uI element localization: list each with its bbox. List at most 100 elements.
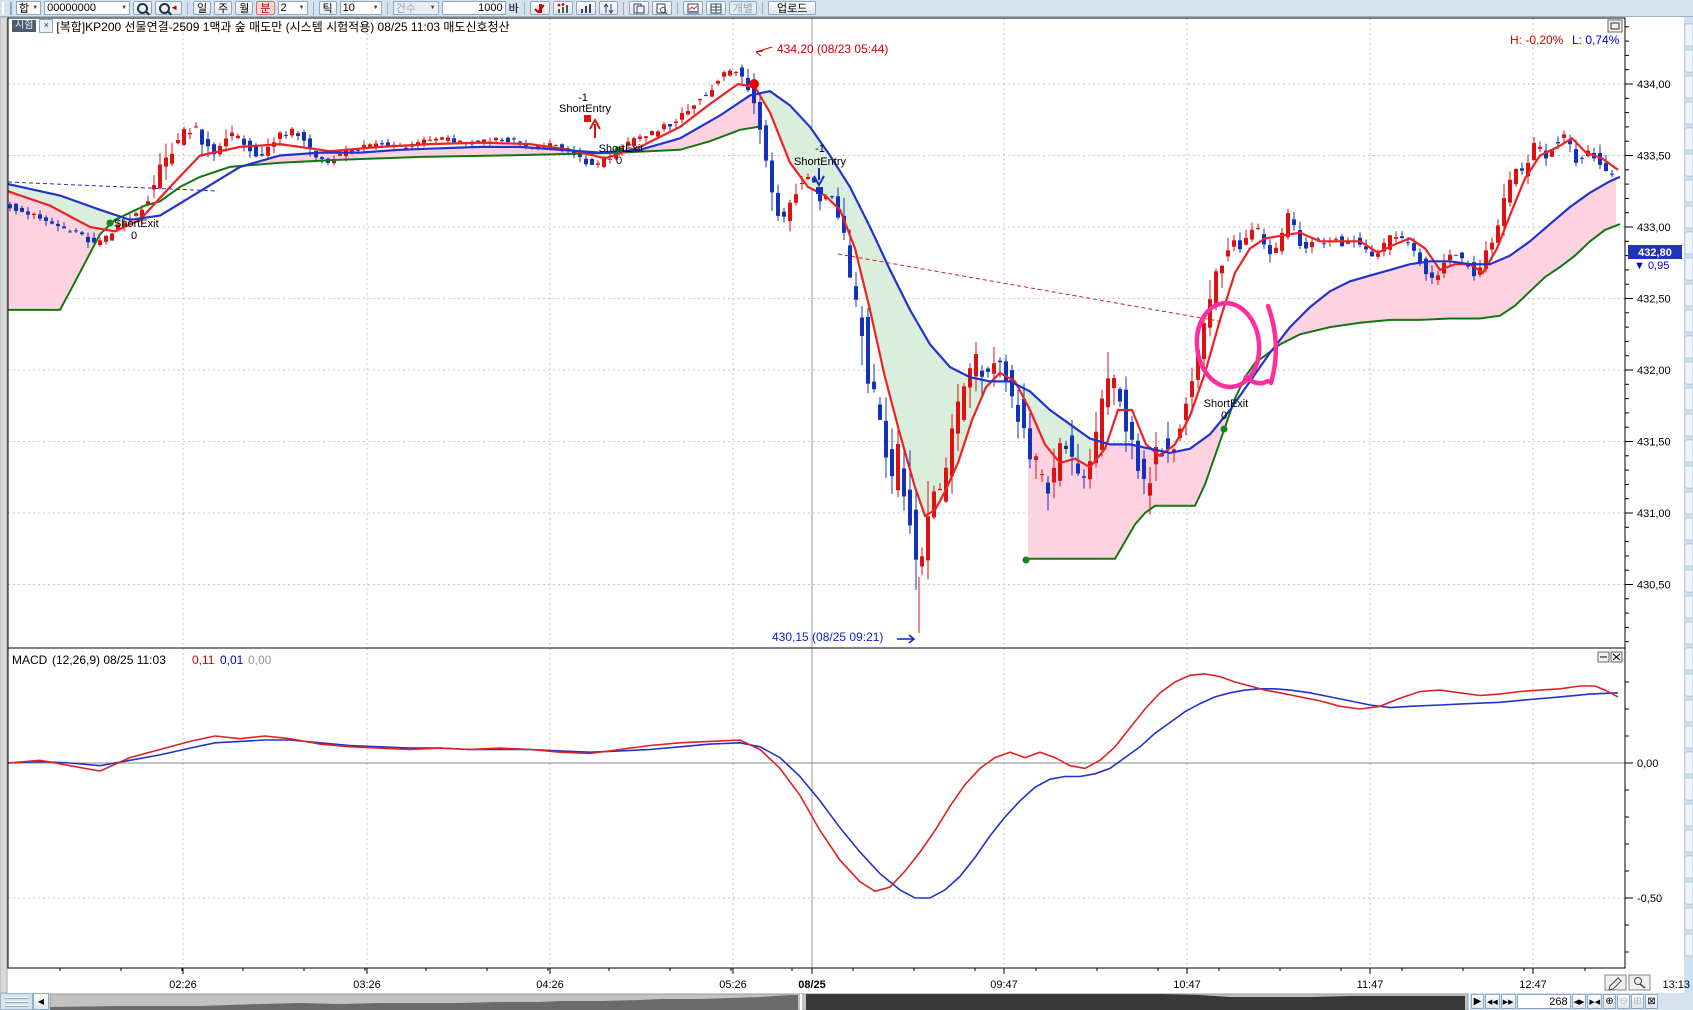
bar-count-input[interactable]: 1000 xyxy=(442,1,506,15)
chevron-down-icon: ▼ xyxy=(32,5,38,11)
macd-value-1: 0,11 xyxy=(192,653,215,667)
high-percent-label: H: -0,20% xyxy=(1510,33,1564,47)
right-toolbar-button[interactable] xyxy=(1685,934,1693,956)
right-toolbar-button[interactable] xyxy=(1685,622,1693,644)
price-tick-label: 433,00 xyxy=(1637,222,1671,234)
right-toolbar-button[interactable] xyxy=(1685,232,1693,254)
fast-backward-button[interactable]: ◀◀ xyxy=(1485,994,1500,1009)
right-toolbar-button[interactable] xyxy=(1685,648,1693,670)
exit-dot-left xyxy=(107,220,114,227)
separator xyxy=(623,2,624,15)
grid-view-button[interactable] xyxy=(706,1,726,15)
right-toolbar-button[interactable] xyxy=(1685,206,1693,228)
signal-shortexit-2-qty: 0 xyxy=(1221,410,1227,422)
up-down-arrows-icon xyxy=(603,3,614,14)
zoom-tool-button[interactable] xyxy=(1629,975,1650,990)
right-toolbar-button[interactable] xyxy=(1685,76,1693,98)
symbol-code-combo[interactable]: 00000000 ▼ xyxy=(44,1,130,15)
right-toolbar-button[interactable] xyxy=(1685,544,1693,566)
restore-window-icon[interactable] xyxy=(1608,20,1622,32)
right-toolbar-button[interactable] xyxy=(1685,700,1693,722)
step-forward-button[interactable]: ▶ xyxy=(1471,994,1484,1009)
right-toolbar-button[interactable] xyxy=(1685,180,1693,202)
separator xyxy=(677,2,678,15)
market-type-select[interactable]: 합 ▼ xyxy=(16,1,41,15)
symbol-code-value: 00000000 xyxy=(47,2,96,14)
right-toolbar-button[interactable] xyxy=(1685,674,1693,696)
time-tick-label: 10:47 xyxy=(1173,979,1201,991)
volume-chart-button[interactable] xyxy=(576,1,596,15)
right-toolbar-button[interactable] xyxy=(1685,50,1693,72)
individual-button: 개별 xyxy=(729,1,757,15)
right-toolbar-button[interactable] xyxy=(1685,102,1693,124)
signal-shortentry-1: ShortEntry xyxy=(559,103,611,115)
bar-width-increase-button[interactable]: ▶◀ xyxy=(1587,994,1602,1009)
chart-report-icon xyxy=(687,3,699,14)
right-toolbar-button[interactable] xyxy=(1685,414,1693,436)
price-tick-label: 432,00 xyxy=(1637,365,1671,377)
right-toolbar-button[interactable] xyxy=(1685,570,1693,592)
period-day-button[interactable]: 일 xyxy=(193,1,211,15)
right-toolbar-button[interactable] xyxy=(1685,440,1693,462)
sort-updown-button[interactable] xyxy=(599,1,618,15)
right-toolbar-button[interactable] xyxy=(1685,258,1693,280)
right-toolbar-button[interactable] xyxy=(1685,596,1693,618)
right-toolbar-button[interactable] xyxy=(1685,154,1693,176)
minute-value-select[interactable]: 2 ▼ xyxy=(278,1,308,15)
splitter-handle[interactable] xyxy=(0,993,33,1010)
tick-value-select[interactable]: 10 ▼ xyxy=(340,1,382,15)
period-week-button[interactable]: 주 xyxy=(214,1,232,15)
market-type-value: 합 xyxy=(19,0,29,16)
copy-chart-button[interactable] xyxy=(629,1,649,15)
right-toolbar-button[interactable] xyxy=(1685,830,1693,852)
right-toolbar-button[interactable] xyxy=(1685,336,1693,358)
period-month-button[interactable]: 월 xyxy=(235,1,253,15)
last-price-value: 432,80 xyxy=(1638,247,1672,259)
signal-shortexit-1-qty: 0 xyxy=(616,155,622,167)
right-toolbar-button[interactable] xyxy=(1685,518,1693,540)
right-toolbar-button[interactable] xyxy=(1685,128,1693,150)
right-toolbar-button[interactable] xyxy=(1685,778,1693,800)
signal-chart-button[interactable] xyxy=(530,1,550,15)
right-toolbar-button[interactable] xyxy=(1685,362,1693,384)
right-toolbar-button[interactable] xyxy=(1685,882,1693,904)
close-chart-button[interactable]: ⊠ xyxy=(1645,994,1658,1009)
upload-button[interactable]: 업로드 xyxy=(768,1,816,15)
signal-shortexit-2: ShortExit xyxy=(1204,398,1249,410)
report-chart-button[interactable] xyxy=(683,1,703,15)
time-tick-label: 12:47 xyxy=(1519,979,1547,991)
collapsed-left-pane[interactable] xyxy=(0,17,7,993)
right-toolbar-button[interactable] xyxy=(1685,726,1693,748)
chevron-down-icon: ▼ xyxy=(299,5,305,11)
bar-width-decrease-button[interactable]: ◀▶ xyxy=(1572,994,1587,1009)
right-toolbar-button[interactable] xyxy=(1685,284,1693,306)
right-toolbar-button[interactable] xyxy=(1685,856,1693,878)
separator xyxy=(313,2,314,15)
search-chart-button[interactable] xyxy=(652,1,672,15)
price-tick-label: 431,50 xyxy=(1637,437,1671,449)
right-toolbar-button[interactable] xyxy=(1685,908,1693,930)
symbol-search-button[interactable] xyxy=(133,1,152,15)
right-toolbar-button[interactable] xyxy=(1685,752,1693,774)
count-mode-select: 건수 ▼ xyxy=(393,1,439,15)
scrollbar-thumb[interactable] xyxy=(806,994,1465,1010)
right-toolbar-button[interactable] xyxy=(1685,24,1693,46)
scroll-left-button[interactable]: ◀ xyxy=(33,993,49,1010)
signal-marks-button[interactable] xyxy=(553,1,573,15)
search-back-icon xyxy=(159,3,170,14)
search-icon xyxy=(137,3,148,14)
visible-bars-input[interactable] xyxy=(1517,994,1571,1009)
period-tick-button[interactable]: 틱 xyxy=(319,1,337,15)
symbol-recent-button[interactable]: ◄ xyxy=(155,1,182,15)
close-icon[interactable]: × xyxy=(39,19,53,33)
fast-forward-button[interactable]: ▶▶ xyxy=(1501,994,1516,1009)
right-toolbar-button[interactable] xyxy=(1685,492,1693,514)
zoom-in-button[interactable]: ⊕ xyxy=(1603,994,1616,1009)
right-toolbar-button[interactable] xyxy=(1685,388,1693,410)
right-toolbar-button[interactable] xyxy=(1685,804,1693,826)
right-toolbar-button[interactable] xyxy=(1685,466,1693,488)
toolbar-grip[interactable] xyxy=(2,2,12,15)
right-toolbar-button[interactable] xyxy=(1685,310,1693,332)
period-minute-button[interactable]: 분 xyxy=(256,1,274,15)
macd-title: MACD xyxy=(12,653,48,667)
